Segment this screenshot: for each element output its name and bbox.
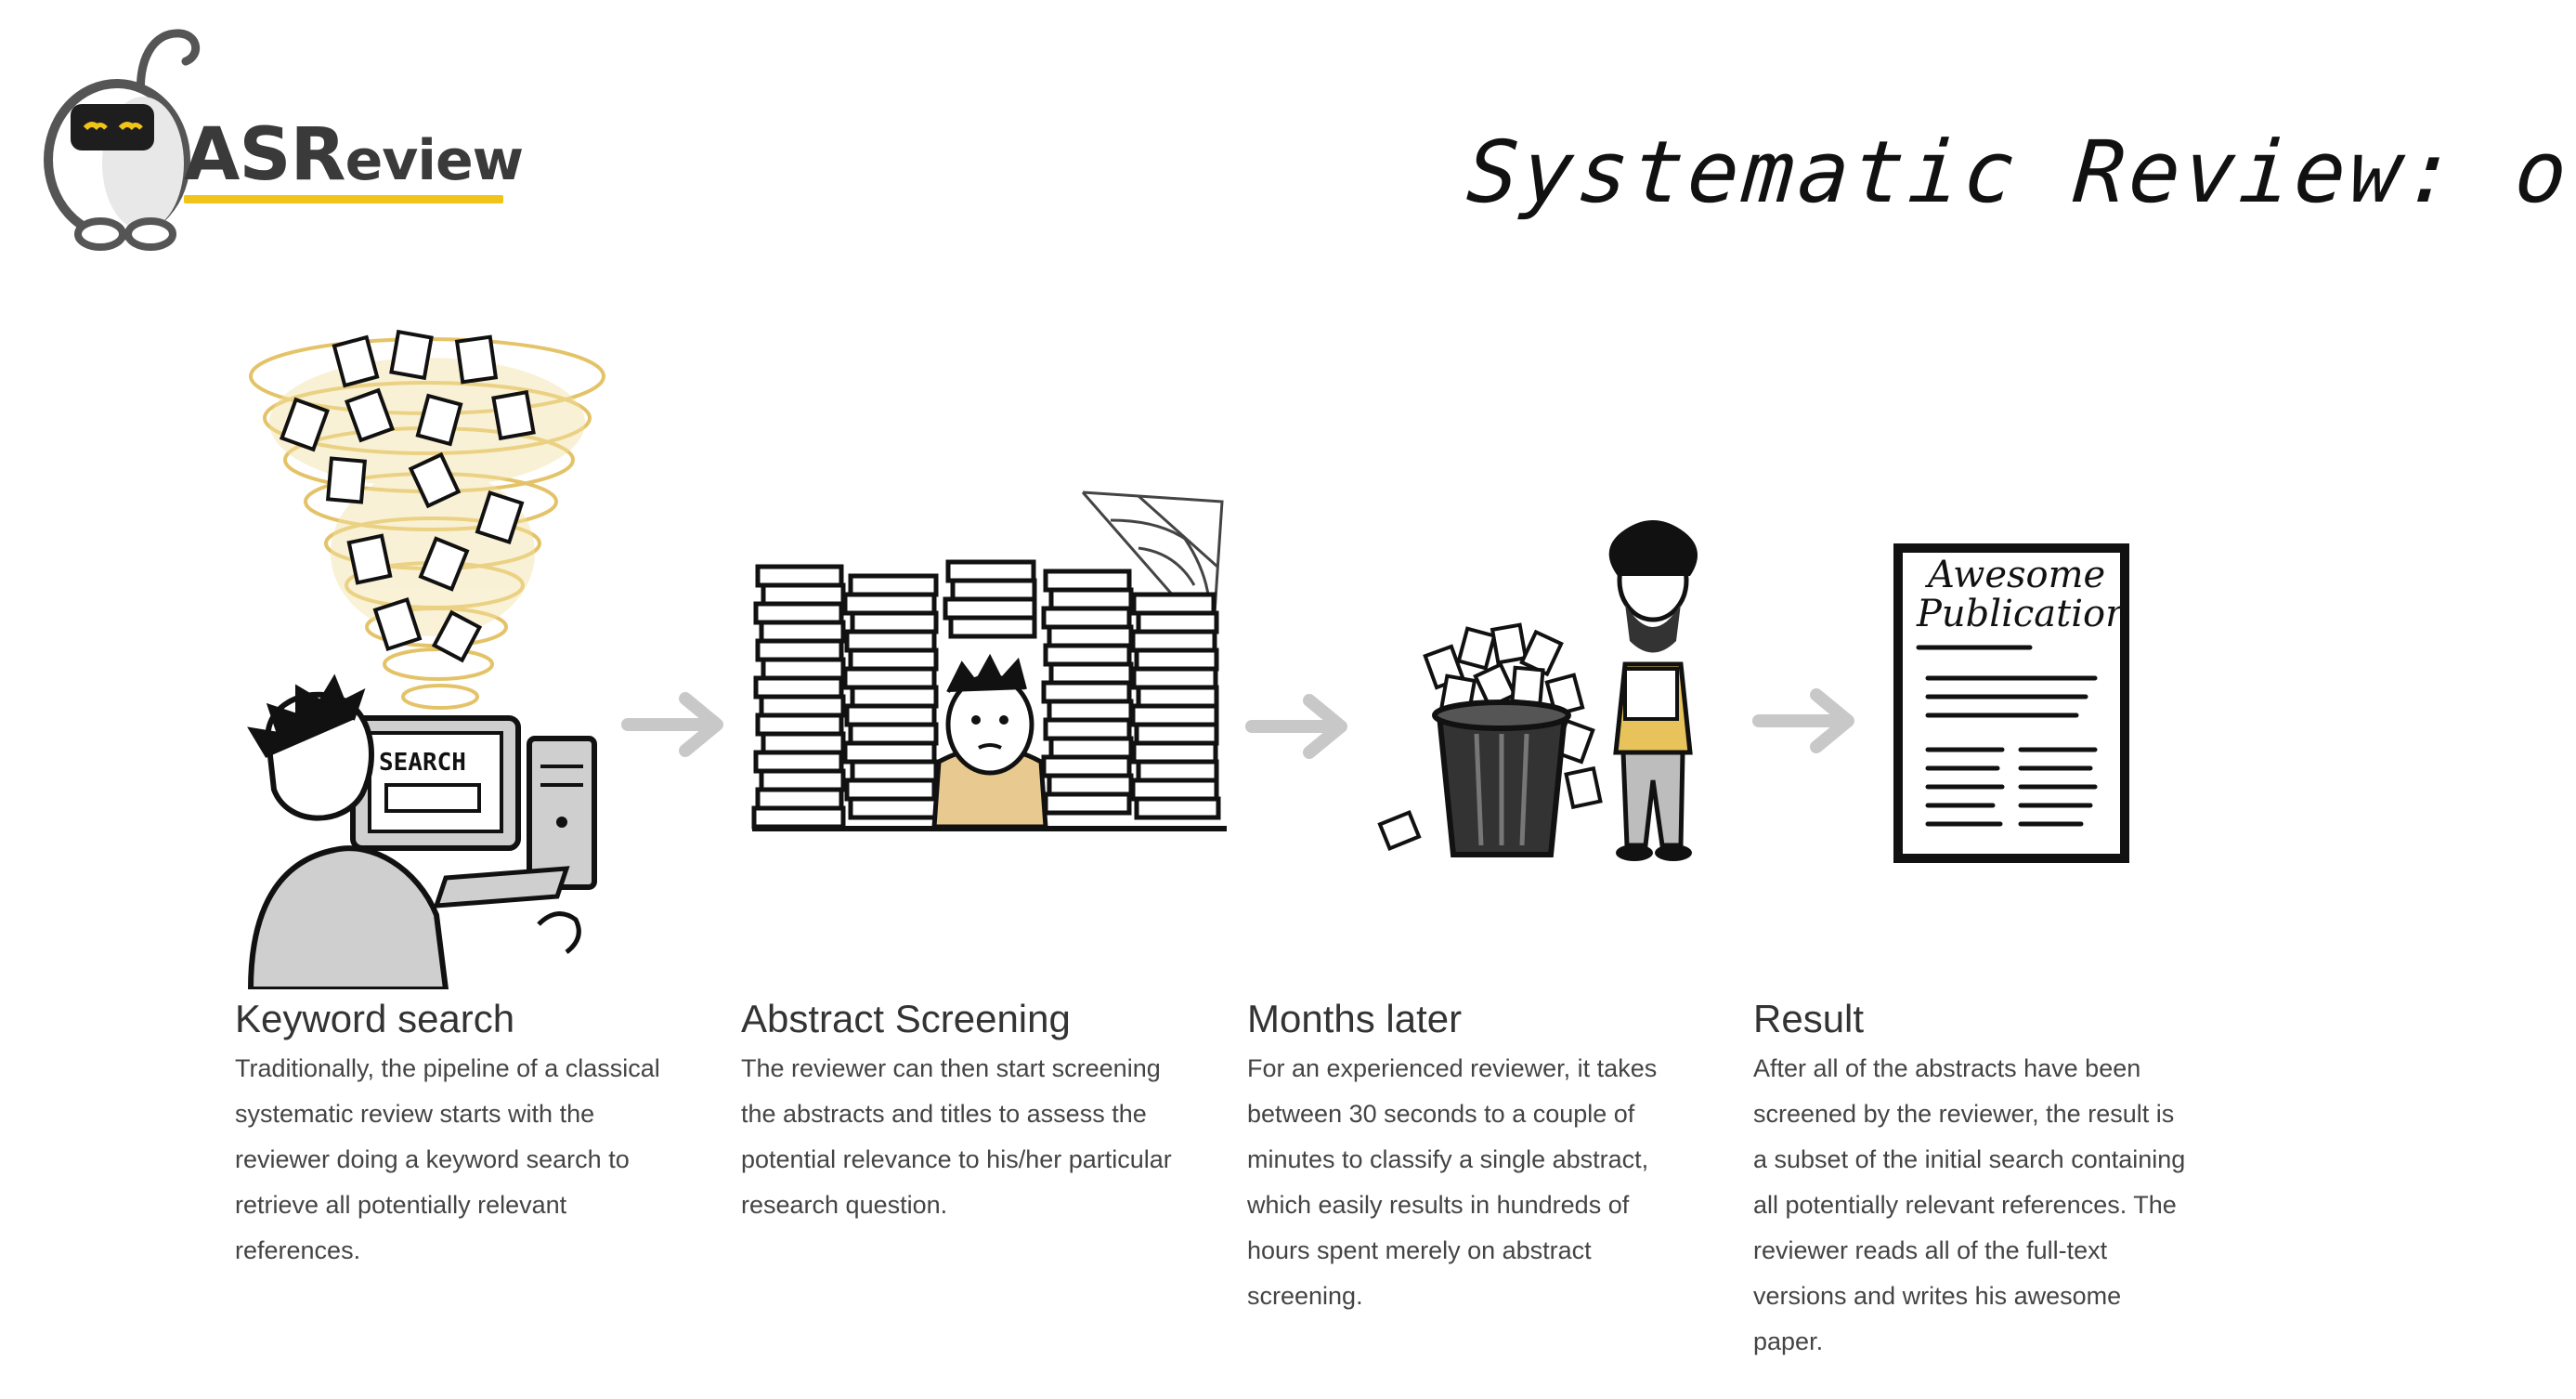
search-screen-label: SEARCH <box>379 749 466 777</box>
step-text-result: After all of the abstracts have been scr… <box>1753 1054 2186 1355</box>
step-text-keyword-search: Traditionally, the pipeline of a classic… <box>235 1054 660 1264</box>
step-heading-result: Result <box>1753 997 1865 1040</box>
arrow-2 <box>1245 694 1347 759</box>
logo-wordmark: ASReview <box>184 119 524 193</box>
keyword-search-illustration: SEARCH <box>247 329 605 989</box>
page-title: Systematic Review: old skool <box>1464 123 2576 222</box>
step-text-abstract-screening: The reviewer can then start screening th… <box>741 1054 1172 1219</box>
arrow-3 <box>1752 688 1854 753</box>
step-heading-abstract-screening: Abstract Screening <box>741 997 1071 1040</box>
logo-text-rest: eview <box>345 128 524 193</box>
result-illustration: Awesome Publication <box>1893 543 2129 863</box>
logo-underline <box>184 195 503 203</box>
months-later-illustration <box>1377 520 1698 861</box>
abstract-screening-illustration <box>751 490 1227 831</box>
step-heading-keyword-search: Keyword search <box>235 997 515 1040</box>
logo-text-main: ASR <box>184 113 346 197</box>
step-heading-months-later: Months later <box>1247 997 1463 1040</box>
step-text-months-later: For an experienced reviewer, it takes be… <box>1247 1054 1658 1310</box>
arrow-1 <box>621 692 723 757</box>
paper-title-line-2: Publication <box>1916 593 2129 635</box>
paper-title-line-1: Awesome <box>1924 554 2105 596</box>
